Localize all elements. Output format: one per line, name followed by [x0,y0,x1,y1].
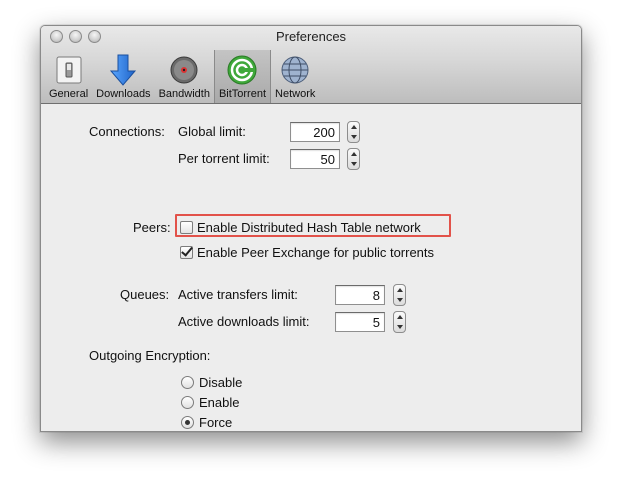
preferences-window: Preferences General Downloads Bandwidth … [40,25,582,432]
tab-downloads[interactable]: Downloads [92,50,154,103]
disk-gauge-icon [167,53,201,87]
active-transfers-label: Active transfers limit: [178,287,298,302]
pex-checkbox[interactable] [180,246,193,259]
tab-general[interactable]: General [45,50,92,103]
encryption-enable-label: Enable [199,395,240,410]
global-limit-label: Global limit: [178,124,246,139]
per-torrent-limit-stepper[interactable] [347,148,360,170]
global-limit-stepper[interactable] [347,121,360,143]
tab-label: BitTorrent [218,88,267,100]
active-downloads-label: Active downloads limit: [178,314,310,329]
bittorrent-settings-pane: Connections: Global limit: 200 Per torre… [41,104,581,431]
active-transfers-stepper[interactable] [393,284,406,306]
bittorrent-logo-icon [225,53,259,87]
encryption-enable-radio[interactable] [181,396,194,409]
encryption-disable-label: Disable [199,375,243,390]
titlebar: Preferences General Downloads Bandwidth … [41,26,581,104]
active-downloads-field[interactable]: 5 [335,312,385,332]
network-globe-icon [278,53,312,87]
per-torrent-limit-field[interactable]: 50 [290,149,340,169]
encryption-section-label: Outgoing Encryption: [89,348,211,363]
tab-label: Downloads [96,88,151,100]
pex-checkbox-label: Enable Peer Exchange for public torrents [197,245,435,260]
tab-label: Network [275,88,316,100]
tab-label: Bandwidth [158,88,210,100]
encryption-force-label: Force [199,415,233,430]
tab-bandwidth[interactable]: Bandwidth [155,50,214,103]
general-switch-icon [52,53,86,87]
encryption-force-radio[interactable] [181,416,194,429]
global-limit-field[interactable]: 200 [290,122,340,142]
queues-section-label: Queues: [120,287,170,302]
tab-network[interactable]: Network [271,50,319,103]
peers-section-label: Peers: [133,220,171,235]
per-torrent-limit-label: Per torrent limit: [178,151,270,166]
toolbar: General Downloads Bandwidth BitTorrent N… [45,50,319,103]
window-title: Preferences [275,29,347,44]
connections-section-label: Connections: [89,124,165,139]
download-arrow-icon [106,53,140,87]
tab-bittorrent[interactable]: BitTorrent [213,50,272,103]
active-transfers-field[interactable]: 8 [335,285,385,305]
encryption-disable-radio[interactable] [181,376,194,389]
active-downloads-stepper[interactable] [393,311,406,333]
dht-checkbox[interactable] [180,221,193,234]
tab-label: General [49,88,89,100]
dht-checkbox-label: Enable Distributed Hash Table network [197,220,421,235]
